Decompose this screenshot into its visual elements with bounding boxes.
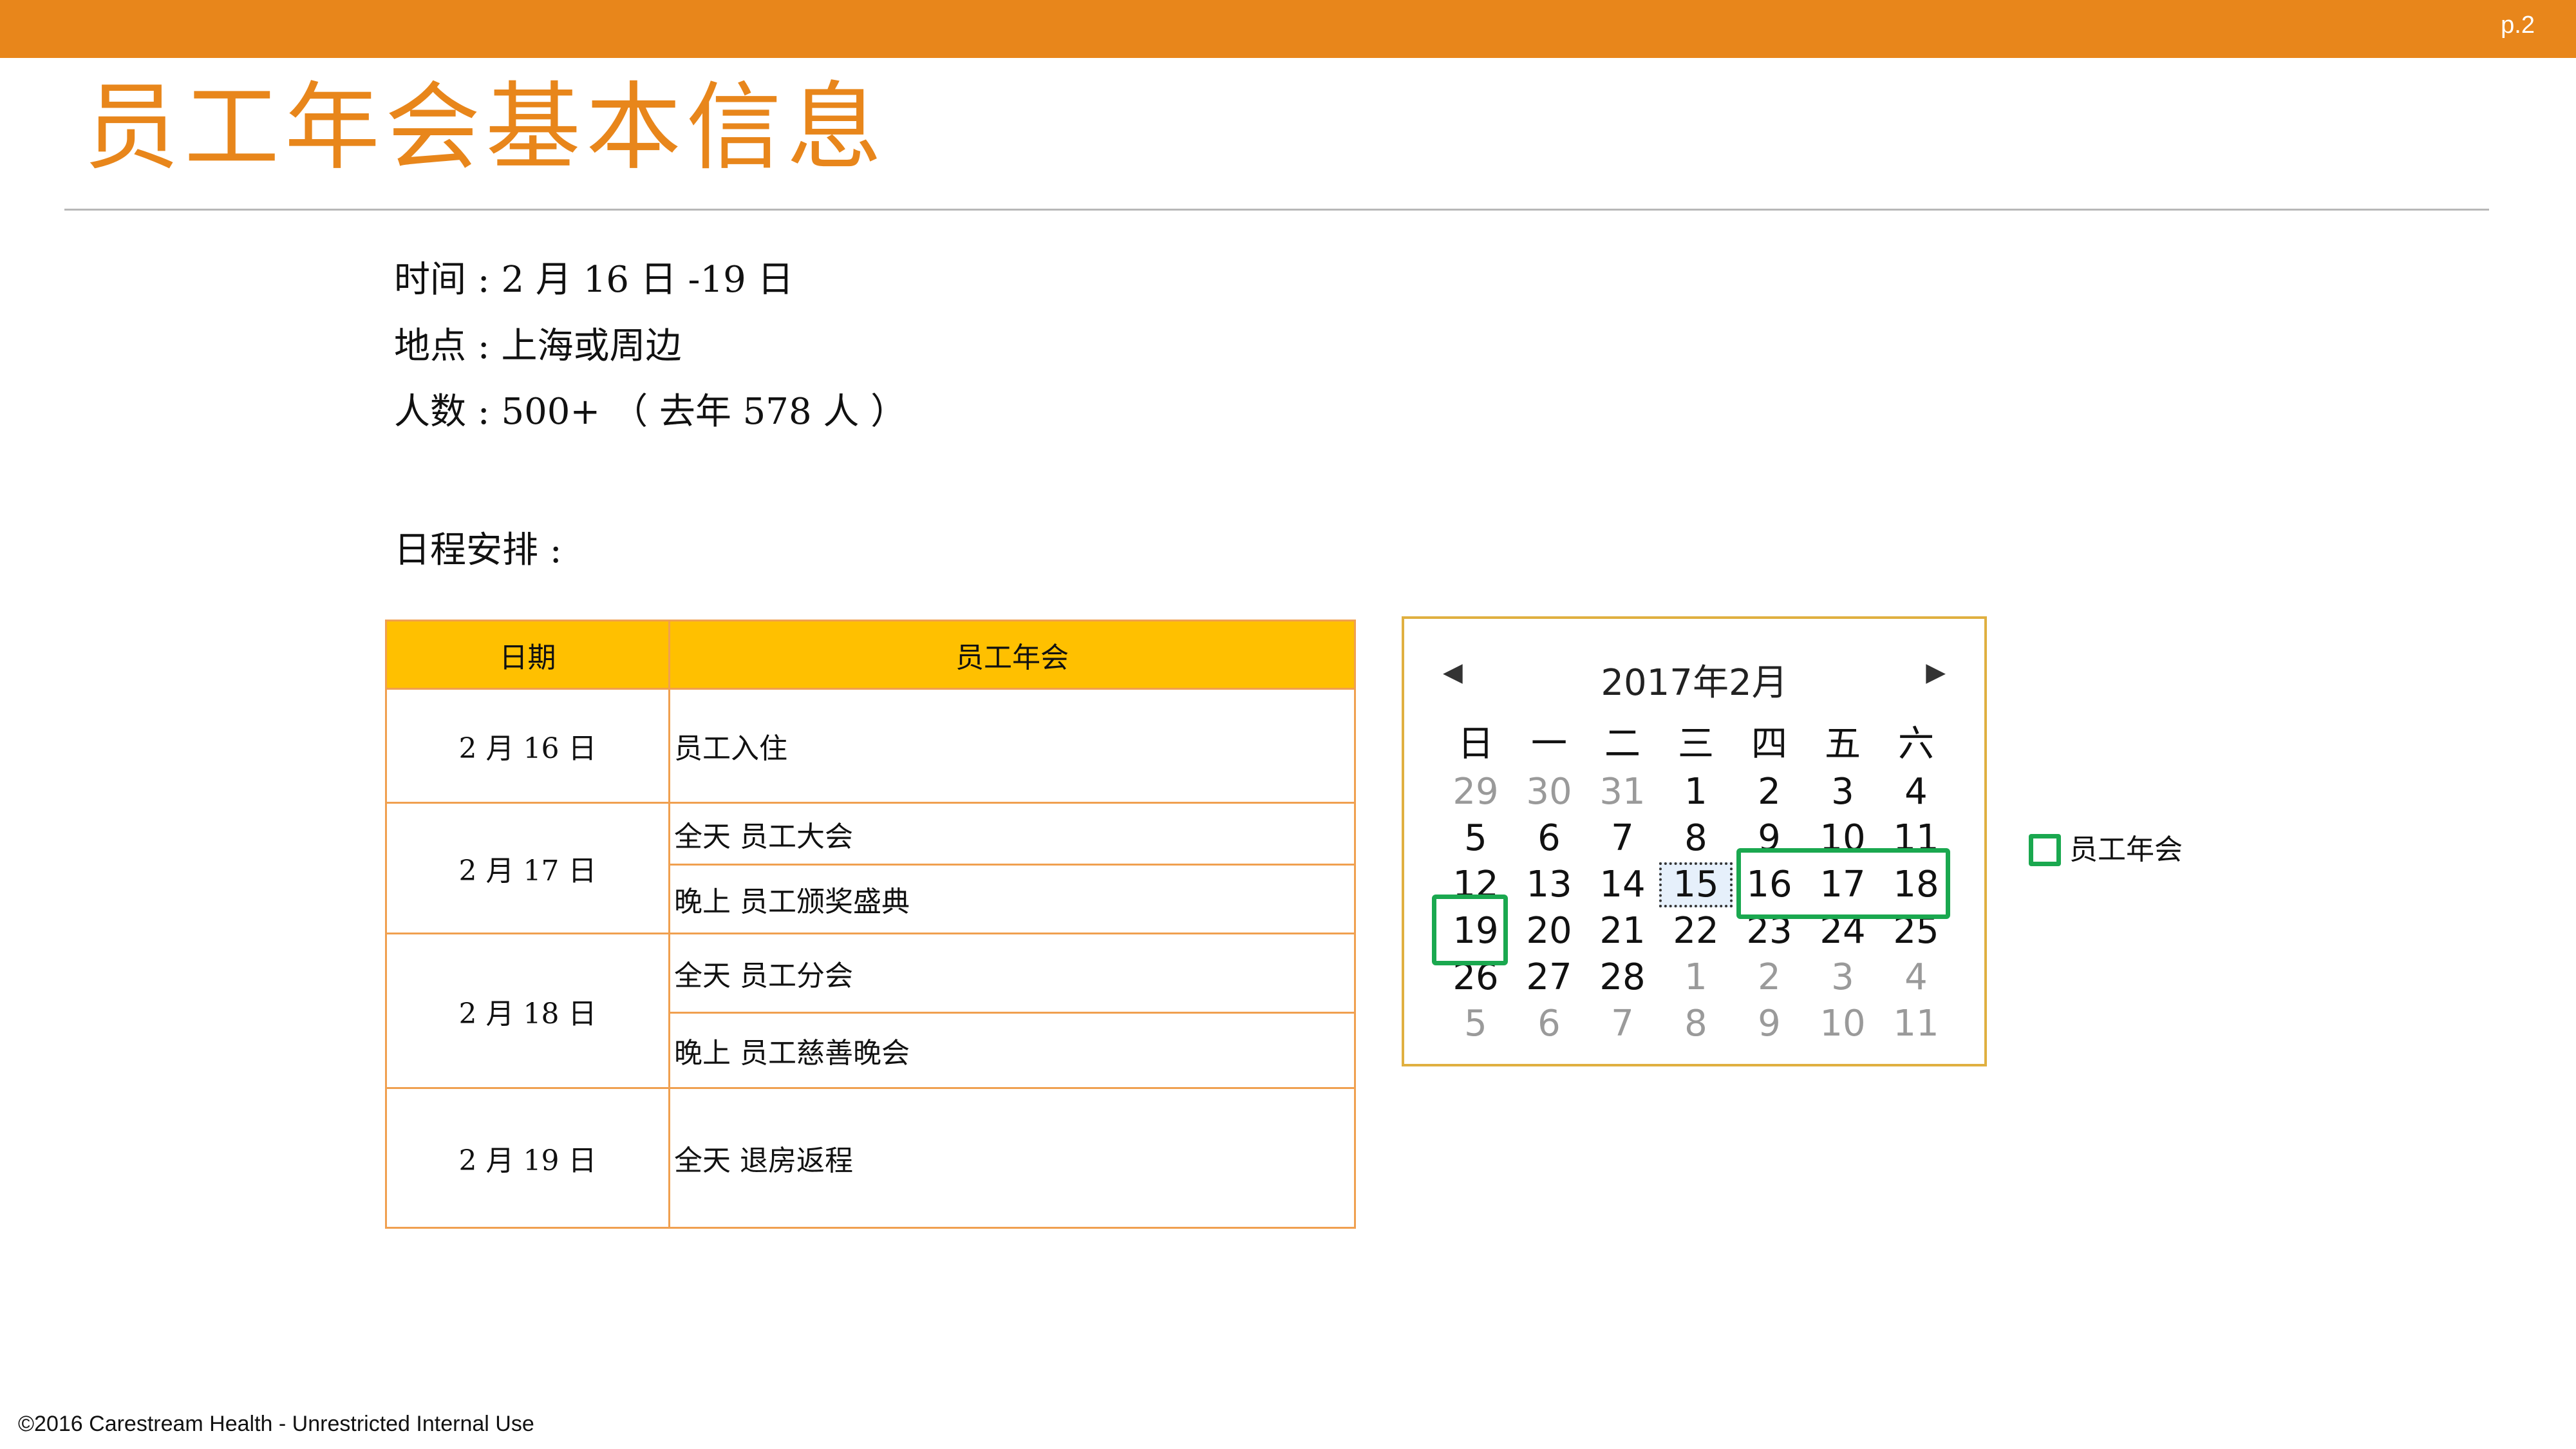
calendar-day[interactable]: 14: [1586, 862, 1659, 907]
calendar-day[interactable]: 8: [1659, 816, 1733, 861]
calendar-day[interactable]: 7: [1586, 1001, 1659, 1046]
calendar-day[interactable]: 8: [1659, 1001, 1733, 1046]
footer-copyright: ©2016 Carestream Health - Unrestricted I…: [18, 1412, 534, 1436]
schedule-table: 日期 员工年会 2 月 16 日 员工入住 2 月 17 日 全天 员工大会 晚…: [385, 620, 1356, 1229]
calendar-day[interactable]: 5: [1439, 816, 1512, 861]
info-people: 人数 : 500+ （ 去年 578 人 ）: [394, 391, 907, 433]
calendar-day[interactable]: 3: [1806, 770, 1879, 815]
calendar-day[interactable]: 3: [1806, 955, 1879, 1000]
calendar-day[interactable]: 31: [1586, 770, 1659, 815]
legend-swatch: [2029, 834, 2061, 866]
calendar-day[interactable]: 11: [1879, 1001, 1953, 1046]
calendar-day[interactable]: 22: [1659, 909, 1733, 954]
column-divider: [668, 621, 670, 1227]
calendar-day[interactable]: 9: [1733, 1001, 1806, 1046]
table-row-date: 2 月 18 日: [458, 997, 597, 1030]
page-number: p.2: [2501, 12, 2535, 39]
weekday-thu: 四: [1751, 723, 1787, 765]
weekday-wed: 三: [1678, 723, 1714, 765]
calendar-title: 2017年2月: [1601, 662, 1788, 704]
title-divider: [64, 209, 2489, 211]
calendar-widget: ◀ 2017年2月 ▶ 日 一 二 三 四 五 六 29 30 31 1 2 3…: [1402, 616, 1987, 1066]
table-row-item: 全天 退房返程: [674, 1144, 853, 1177]
calendar-day[interactable]: 21: [1586, 909, 1659, 954]
info-location: 地点 : 上海或周边: [394, 325, 682, 367]
next-month-icon[interactable]: ▶: [1926, 658, 1946, 687]
table-row-item: 晚上 员工慈善晚会: [674, 1037, 910, 1070]
weekday-sun: 日: [1458, 723, 1494, 765]
schedule-label: 日程安排 :: [394, 529, 562, 571]
legend-label: 员工年会: [2069, 833, 2183, 866]
event-highlight-box: [1432, 895, 1508, 965]
calendar-day[interactable]: 2: [1733, 770, 1806, 815]
table-row-item: 晚上 员工颁奖盛典: [674, 886, 910, 918]
page-title: 员工年会基本信息: [84, 72, 887, 183]
table-row-date: 2 月 17 日: [458, 855, 597, 887]
header-date: 日期: [387, 621, 668, 688]
calendar-day[interactable]: 10: [1806, 1001, 1879, 1046]
table-row-item: 员工入住: [674, 732, 787, 765]
calendar-day[interactable]: 6: [1512, 816, 1586, 861]
table-row-date: 2 月 19 日: [458, 1144, 597, 1177]
weekday-mon: 一: [1531, 723, 1567, 765]
calendar-day[interactable]: 1: [1659, 770, 1733, 815]
table-row-item: 全天 员工分会: [674, 960, 853, 992]
calendar-day[interactable]: 4: [1879, 955, 1953, 1000]
calendar-day[interactable]: 30: [1512, 770, 1586, 815]
weekday-sat: 六: [1898, 723, 1934, 765]
calendar-day[interactable]: 4: [1879, 770, 1953, 815]
calendar-day[interactable]: 1: [1659, 955, 1733, 1000]
calendar-day[interactable]: 29: [1439, 770, 1512, 815]
calendar-day-today[interactable]: 15: [1659, 862, 1733, 907]
weekday-tue: 二: [1604, 723, 1641, 765]
calendar-day[interactable]: 2: [1733, 955, 1806, 1000]
table-row-item: 全天 员工大会: [674, 820, 853, 853]
calendar-day[interactable]: 28: [1586, 955, 1659, 1000]
weekday-fri: 五: [1825, 723, 1861, 765]
table-row-date: 2 月 16 日: [458, 732, 597, 765]
calendar-day[interactable]: 5: [1439, 1001, 1512, 1046]
calendar-day[interactable]: 20: [1512, 909, 1586, 954]
calendar-day[interactable]: 6: [1512, 1001, 1586, 1046]
calendar-day[interactable]: 7: [1586, 816, 1659, 861]
calendar-day[interactable]: 13: [1512, 862, 1586, 907]
info-time: 时间 : 2 月 16 日 -19 日: [394, 259, 794, 301]
event-highlight-box: [1736, 848, 1950, 919]
calendar-day[interactable]: 27: [1512, 955, 1586, 1000]
header-event: 员工年会: [670, 621, 1354, 688]
top-accent-bar: p.2: [0, 0, 2576, 58]
